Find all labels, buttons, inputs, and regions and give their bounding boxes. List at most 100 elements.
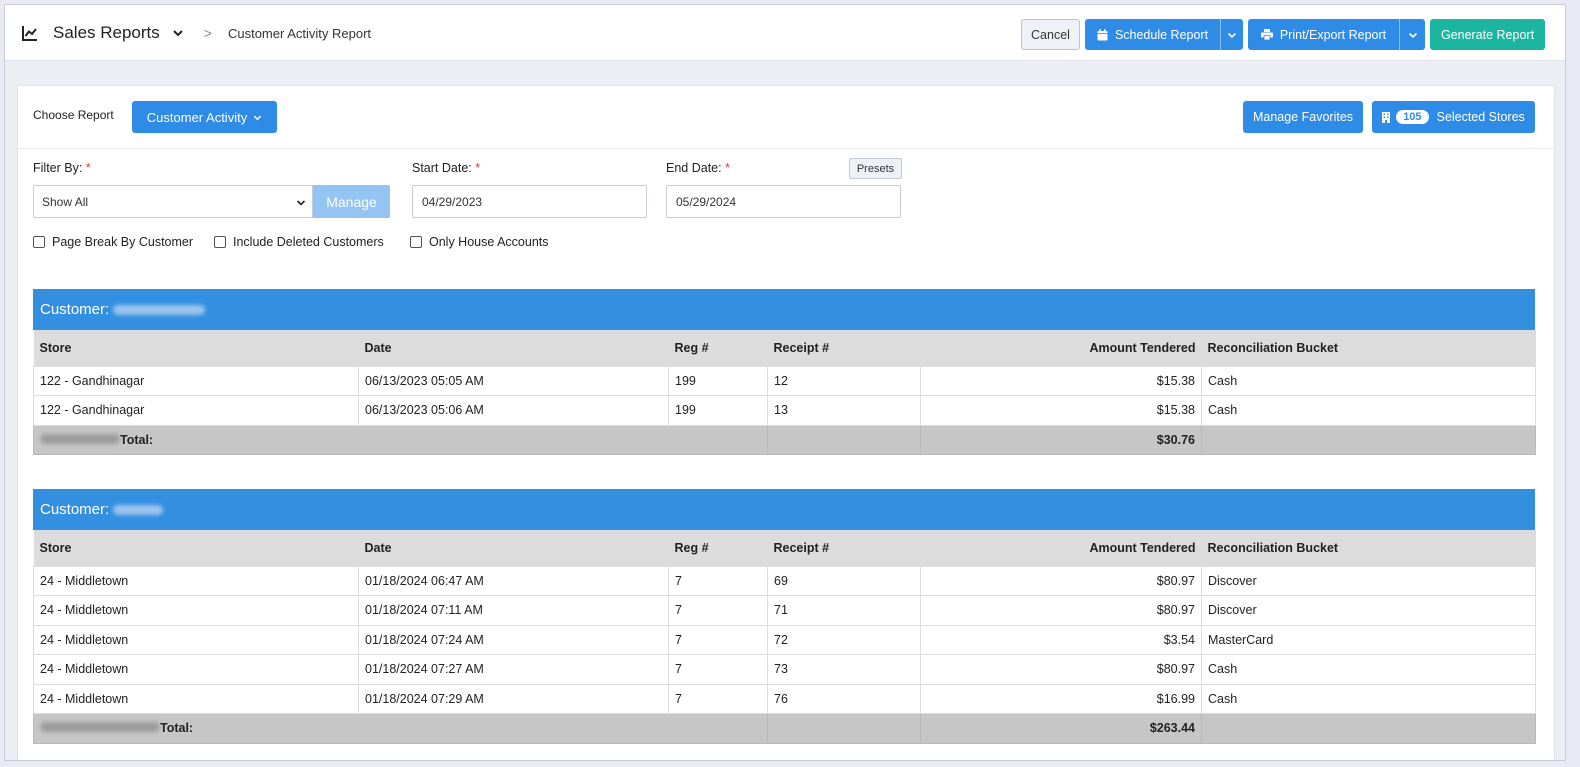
column-header: Reconciliation Bucket	[1201, 530, 1536, 566]
column-header: Amount Tendered	[920, 330, 1202, 366]
checkbox-box[interactable]	[214, 236, 226, 248]
total-empty-cell	[1201, 424, 1536, 455]
cell-store: 24 - Middletown	[33, 654, 359, 685]
cell-date: 06/13/2023 05:06 AM	[358, 395, 669, 426]
cell-receipt: 71	[767, 595, 921, 626]
chevron-down-icon[interactable]	[172, 27, 184, 39]
cell-reg: 7	[668, 565, 768, 596]
cell-date: 01/18/2024 07:24 AM	[358, 624, 669, 655]
cell-bucket: Discover	[1201, 595, 1536, 626]
total-empty-cell	[1201, 713, 1536, 744]
checkbox-box[interactable]	[33, 236, 45, 248]
manage-favorites-label: Manage Favorites	[1252, 110, 1354, 124]
column-header: Store	[33, 330, 359, 366]
choose-report-value: Customer Activity	[146, 109, 248, 125]
customer-prefix: Customer:	[40, 301, 110, 318]
include-deleted-checkbox[interactable]: Include Deleted Customers	[214, 235, 384, 249]
total-label: Total:	[120, 432, 154, 447]
filter-by-label: Filter By: *	[33, 161, 91, 175]
breadcrumb: Sales Reports > Customer Activity Report	[21, 5, 371, 61]
presets-label: Presets	[856, 162, 895, 175]
checkbox-box[interactable]	[410, 236, 422, 248]
table-row: 24 - Middletown 01/18/2024 07:11 AM 7 71…	[33, 595, 1536, 626]
customer-header: Customer:	[33, 489, 1535, 530]
cell-bucket: Cash	[1201, 395, 1536, 426]
total-label-cell: Total:	[33, 424, 768, 455]
redacted-customer-name	[113, 504, 164, 515]
column-header: Receipt #	[767, 530, 921, 566]
cell-date: 01/18/2024 07:27 AM	[358, 654, 669, 685]
house-accounts-checkbox[interactable]: Only House Accounts	[410, 235, 549, 249]
cancel-button-label: Cancel	[1031, 27, 1070, 42]
cell-bucket: MasterCard	[1201, 624, 1536, 655]
column-header: Date	[358, 330, 669, 366]
cell-reg: 7	[668, 595, 768, 626]
divider	[18, 148, 1554, 149]
end-date-value: 05/29/2024	[676, 194, 737, 209]
cell-bucket: Cash	[1201, 683, 1536, 714]
table-row: 122 - Gandhinagar 06/13/2023 05:06 AM 19…	[33, 395, 1536, 426]
printer-icon	[1260, 29, 1273, 40]
cell-date: 01/18/2024 07:29 AM	[358, 683, 669, 714]
customer-table: Store Date Reg # Receipt # Amount Tender…	[33, 530, 1536, 744]
page-title[interactable]: Sales Reports	[53, 23, 160, 43]
customer-table: Store Date Reg # Receipt # Amount Tender…	[33, 330, 1536, 455]
filter-by-select[interactable]: Show All	[33, 185, 313, 218]
total-label: Total:	[160, 721, 194, 736]
selected-stores-label: Selected Stores	[1436, 110, 1525, 124]
filter-by-value: Show All	[42, 194, 89, 209]
redacted-customer-name	[40, 433, 120, 444]
cell-reg: 7	[668, 654, 768, 685]
total-amount: $263.44	[920, 713, 1202, 744]
cell-bucket: Cash	[1201, 365, 1536, 396]
cancel-button[interactable]: Cancel	[1021, 19, 1080, 50]
generate-report-button[interactable]: Generate Report	[1430, 19, 1545, 50]
column-header: Reconciliation Bucket	[1201, 330, 1536, 366]
print-export-label: Print/Export Report	[1279, 27, 1387, 42]
schedule-report-label: Schedule Report	[1114, 27, 1209, 42]
checkbox-label: Page Break By Customer	[52, 235, 194, 249]
breadcrumb-separator: >	[203, 25, 212, 41]
print-export-button[interactable]: Print/Export Report	[1248, 19, 1399, 50]
manage-favorites-button[interactable]: Manage Favorites	[1243, 101, 1363, 133]
schedule-report-button[interactable]: Schedule Report	[1085, 19, 1220, 50]
cell-receipt: 72	[767, 624, 921, 655]
print-export-dropdown[interactable]	[1399, 19, 1425, 50]
total-empty-cell	[767, 424, 921, 455]
required-mark: *	[475, 161, 481, 175]
column-header: Date	[358, 530, 669, 566]
choose-report-label: Choose Report	[33, 108, 114, 122]
total-row: Total: $30.76	[33, 424, 1536, 455]
filter-by-label-text: Filter By:	[33, 161, 83, 175]
start-date-value: 04/29/2023	[422, 194, 483, 209]
table-row: 24 - Middletown 01/18/2024 07:24 AM 7 72…	[33, 624, 1536, 655]
end-date-input[interactable]: 05/29/2024	[666, 185, 901, 218]
cell-receipt: 76	[767, 683, 921, 714]
chevron-down-icon	[296, 200, 306, 206]
page-break-checkbox[interactable]: Page Break By Customer	[33, 235, 193, 249]
manage-filter-button[interactable]: Manage	[313, 185, 390, 218]
start-date-input[interactable]: 04/29/2023	[412, 185, 647, 218]
cell-store: 122 - Gandhinagar	[33, 365, 359, 396]
cell-amount: $16.99	[920, 683, 1202, 714]
cell-date: 01/18/2024 07:11 AM	[358, 595, 669, 626]
cell-store: 24 - Middletown	[33, 683, 359, 714]
table-row: 24 - Middletown 01/18/2024 06:47 AM 7 69…	[33, 565, 1536, 596]
cell-amount: $80.97	[920, 595, 1202, 626]
table-row: 24 - Middletown 01/18/2024 07:29 AM 7 76…	[33, 683, 1536, 714]
breadcrumb-current: Customer Activity Report	[227, 25, 372, 41]
manage-filter-label: Manage	[326, 193, 377, 210]
schedule-report-dropdown[interactable]	[1220, 19, 1243, 50]
cell-receipt: 13	[767, 395, 921, 426]
presets-button[interactable]: Presets	[849, 158, 902, 179]
cell-bucket: Cash	[1201, 654, 1536, 685]
redacted-customer-name	[113, 304, 206, 315]
chevron-down-icon	[254, 115, 262, 120]
cell-receipt: 73	[767, 654, 921, 685]
cell-bucket: Discover	[1201, 565, 1536, 596]
choose-report-dropdown[interactable]: Customer Activity	[132, 101, 277, 133]
cell-amount: $80.97	[920, 565, 1202, 596]
chevron-down-icon	[1227, 32, 1237, 38]
selected-stores-button[interactable]: 105 Selected Stores	[1372, 101, 1535, 133]
table-row: 24 - Middletown 01/18/2024 07:27 AM 7 73…	[33, 654, 1536, 685]
